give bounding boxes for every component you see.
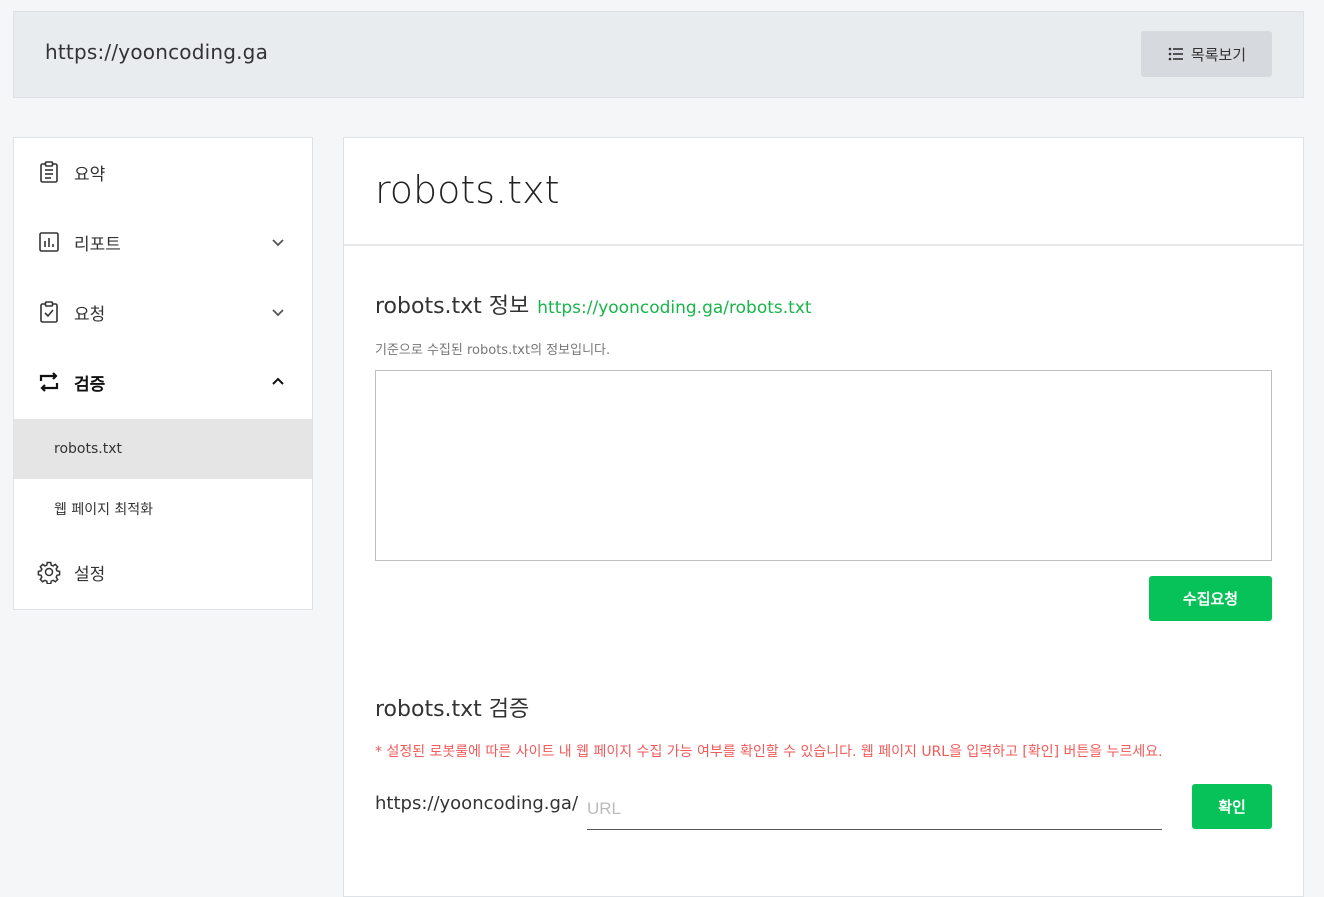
gear-icon [36,559,62,585]
repeat-arrows-icon [36,369,62,395]
sidebar-subitem-robots-txt[interactable]: robots.txt [14,419,312,479]
sidebar-item-label: 검증 [74,374,106,395]
sidebar-item-request[interactable]: 요청 [14,282,312,342]
list-icon [1168,47,1183,61]
sidebar-item-summary[interactable]: 요약 [14,142,312,202]
info-section-title-text: robots.txt 정보 [375,294,530,319]
clipboard-check-icon [36,299,62,325]
page-title: robots.txt [375,168,560,212]
sidebar: 요약 리포트 요청 검증 robots.txt 웹 페이지 최적화 설정 [13,137,313,610]
sidebar-item-label: 설정 [74,564,106,585]
verify-section-title: robots.txt 검증 [375,697,530,722]
title-divider [344,244,1303,246]
sidebar-item-settings[interactable]: 설정 [14,542,312,602]
sidebar-item-verify[interactable]: 검증 [14,352,312,412]
chevron-up-icon[interactable] [270,374,286,390]
sidebar-item-report[interactable]: 리포트 [14,212,312,272]
sidebar-subitem-label: 웹 페이지 최적화 [54,502,154,518]
top-bar: https://yooncoding.ga 목록보기 [13,11,1304,98]
sidebar-item-label: 리포트 [74,234,121,255]
clipboard-list-icon [36,159,62,185]
robots-txt-link[interactable]: https://yooncoding.ga/robots.txt [537,298,811,318]
robots-txt-content[interactable] [375,370,1272,561]
verify-warning-text: * 설정된 로봇룰에 따른 사이트 내 웹 페이지 수집 가능 여부를 확인할 … [375,744,1163,760]
confirm-button[interactable]: 확인 [1192,784,1272,829]
sidebar-item-label: 요청 [74,304,106,325]
main-panel: robots.txt robots.txt 정보 https://yooncodi… [343,137,1304,897]
sidebar-subitem-web-page-optimization[interactable]: 웹 페이지 최적화 [14,479,312,539]
collect-request-button[interactable]: 수집요청 [1149,576,1272,621]
url-input[interactable] [587,788,1162,830]
site-url: https://yooncoding.ga [45,40,269,64]
chevron-down-icon[interactable] [270,304,286,320]
list-view-button-label: 목록보기 [1190,45,1247,64]
info-section-title: robots.txt 정보 https://yooncoding.ga/robot… [375,288,812,320]
sidebar-subitem-label: robots.txt [54,441,122,457]
info-section-description: 기준으로 수집된 robots.txt의 정보입니다. [375,343,611,358]
url-prefix: https://yooncoding.ga/ [375,793,579,814]
sidebar-item-label: 요약 [74,164,106,185]
chevron-down-icon[interactable] [270,234,286,250]
bar-chart-icon [36,229,62,255]
list-view-button[interactable]: 목록보기 [1141,31,1272,77]
